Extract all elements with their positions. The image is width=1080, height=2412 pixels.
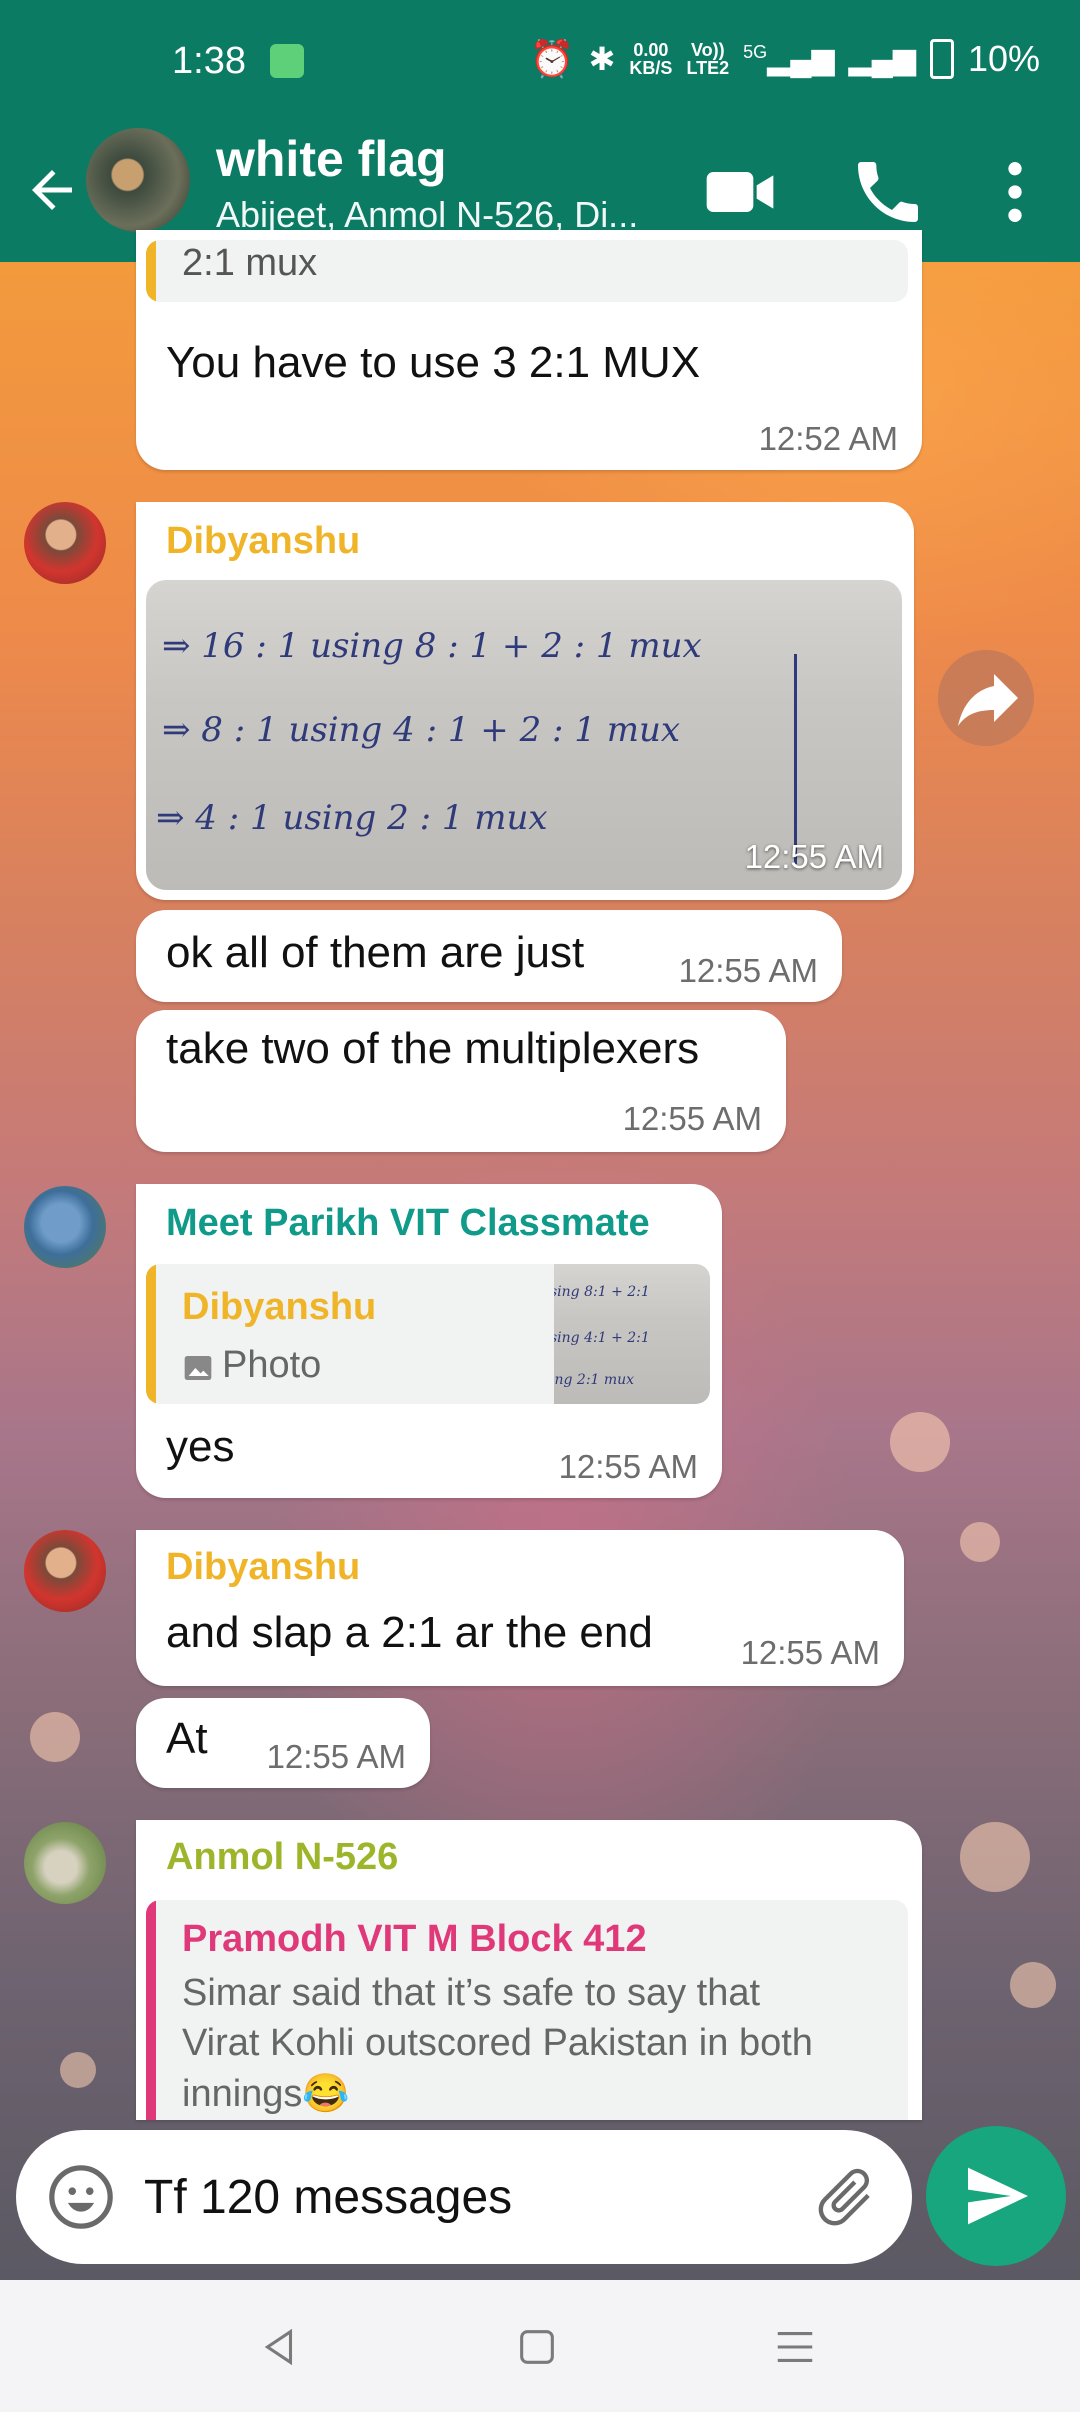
forward-icon bbox=[958, 674, 1018, 726]
message-bubble[interactable]: Dibyanshu and slap a 2:1 ar the end 12:5… bbox=[136, 1530, 904, 1686]
quote-sender: Pramodh VIT M Block 412 bbox=[182, 1918, 647, 1960]
message-text: yes bbox=[166, 1422, 235, 1471]
quote-bar bbox=[146, 1900, 156, 2120]
message-time: 12:55 AM bbox=[678, 952, 818, 989]
message-composer: Tf 120 messages bbox=[16, 2130, 912, 2264]
message-input[interactable]: Tf 120 messages bbox=[144, 2170, 512, 2225]
quote-text: innings😂 bbox=[182, 2073, 350, 2115]
arrow-left-icon[interactable] bbox=[22, 160, 82, 220]
sender-name[interactable]: Dibyanshu bbox=[166, 520, 360, 563]
video-call-icon[interactable] bbox=[700, 152, 780, 232]
photo-icon bbox=[184, 1356, 212, 1380]
battery-saver-icon bbox=[270, 44, 304, 78]
net-speed-value: 0.00 bbox=[633, 40, 669, 60]
message-time: 12:55 AM bbox=[744, 838, 884, 875]
message-bubble[interactable]: ok all of them are just 12:55 AM bbox=[136, 910, 842, 1002]
sender-name[interactable]: Anmol N-526 bbox=[166, 1836, 398, 1879]
net-speed-unit: KB/S bbox=[629, 58, 673, 78]
message-bubble[interactable]: At 12:55 AM bbox=[136, 1698, 430, 1788]
emoji-icon[interactable] bbox=[46, 2162, 116, 2232]
signal-icon: 5G▂▄▆ bbox=[743, 41, 835, 76]
quote-text: Simar said that it’s safe to say that bbox=[182, 1972, 761, 2014]
nav-back-icon[interactable] bbox=[256, 2324, 302, 2370]
status-indicators: ⏰ ✱ 0.00 KB/S Vo)) LTE2 5G▂▄▆ ▂▄▆ 10% bbox=[530, 38, 1040, 80]
quote-text: Photo bbox=[222, 1344, 322, 1386]
message-time: 12:55 AM bbox=[622, 1100, 762, 1137]
quote-bar bbox=[146, 240, 156, 302]
quote-text: 2:1 mux bbox=[182, 242, 318, 284]
quoted-message[interactable]: 2:1 mux bbox=[146, 240, 908, 302]
thumb-handwriting: sing 8:1 + 2:1 bbox=[554, 1284, 650, 1300]
nav-recents-icon[interactable] bbox=[772, 2324, 818, 2370]
battery-icon bbox=[929, 39, 954, 79]
message-bubble[interactable]: 2:1 mux You have to use 3 2:1 MUX 12:52 … bbox=[136, 230, 922, 470]
network-type: 5G bbox=[743, 41, 768, 62]
message-bubble[interactable]: Anmol N-526 Pramodh VIT M Block 412 Sima… bbox=[136, 1820, 922, 2120]
message-time: 12:52 AM bbox=[758, 420, 898, 457]
quoted-message[interactable]: Pramodh VIT M Block 412 Simar said that … bbox=[146, 1900, 908, 2120]
signal-icon-2: ▂▄▆ bbox=[848, 42, 916, 76]
more-vert-icon[interactable] bbox=[975, 152, 1055, 232]
quote-photo-thumbnail: sing 8:1 + 2:1 sing 4:1 + 2:1 ing 2:1 mu… bbox=[554, 1264, 710, 1404]
message-time: 12:55 AM bbox=[740, 1634, 880, 1671]
chat-title[interactable]: white flag bbox=[216, 130, 447, 188]
nav-home-icon[interactable] bbox=[514, 2324, 560, 2370]
message-text: and slap a 2:1 ar the end bbox=[166, 1608, 653, 1657]
volte-top: Vo)) bbox=[690, 40, 725, 60]
thumb-handwriting: sing 4:1 + 2:1 bbox=[554, 1330, 650, 1346]
sender-name[interactable]: Meet Parikh VIT Classmate bbox=[166, 1202, 650, 1245]
volte-indicator: Vo)) LTE2 bbox=[686, 41, 729, 77]
volte-bottom: LTE2 bbox=[686, 58, 730, 78]
message-text: You have to use 3 2:1 MUX bbox=[166, 338, 701, 387]
phone-icon[interactable] bbox=[848, 152, 928, 232]
group-avatar[interactable] bbox=[86, 128, 190, 232]
status-bar: 1:38 ⏰ ✱ 0.00 KB/S Vo)) LTE2 5G▂▄▆ ▂▄▆ 1… bbox=[0, 0, 1080, 120]
photo-attachment[interactable]: ⇒ 16 : 1 using 8 : 1 + 2 : 1 mux ⇒ 8 : 1… bbox=[146, 580, 902, 890]
sender-name[interactable]: Dibyanshu bbox=[166, 1546, 360, 1589]
quote-bar bbox=[146, 1264, 156, 1404]
avatar-dibyanshu[interactable] bbox=[24, 1530, 106, 1612]
photo-bracket bbox=[786, 654, 797, 864]
avatar-anmol[interactable] bbox=[24, 1822, 106, 1904]
attach-icon[interactable] bbox=[810, 2162, 880, 2232]
quote-text: Virat Kohli outscored Pakistan in both bbox=[182, 2022, 813, 2064]
message-bubble[interactable]: Meet Parikh VIT Classmate Dibyanshu Phot… bbox=[136, 1184, 722, 1498]
message-bubble[interactable]: take two of the multiplexers 12:55 AM bbox=[136, 1010, 786, 1152]
quote-sender: Dibyanshu bbox=[182, 1286, 377, 1328]
message-text: take two of the multiplexers bbox=[166, 1024, 700, 1073]
photo-handwriting-line: ⇒ 4 : 1 using 2 : 1 mux bbox=[156, 798, 548, 838]
avatar-meet-parikh[interactable] bbox=[24, 1186, 106, 1268]
alarm-icon: ⏰ bbox=[529, 38, 575, 79]
send-button[interactable] bbox=[926, 2126, 1066, 2266]
forward-button[interactable] bbox=[938, 650, 1034, 746]
message-time: 12:55 AM bbox=[266, 1738, 406, 1775]
net-speed: 0.00 KB/S bbox=[629, 41, 672, 77]
thumb-handwriting: ing 2:1 mux bbox=[554, 1372, 635, 1388]
battery-level: 10% bbox=[967, 38, 1040, 79]
message-text: ok all of them are just bbox=[166, 928, 585, 977]
message-bubble[interactable]: Dibyanshu ⇒ 16 : 1 using 8 : 1 + 2 : 1 m… bbox=[136, 502, 914, 900]
system-nav-bar bbox=[0, 2280, 1080, 2412]
photo-handwriting-line: ⇒ 8 : 1 using 4 : 1 + 2 : 1 mux bbox=[162, 710, 681, 750]
status-time: 1:38 bbox=[172, 40, 246, 82]
message-text: At bbox=[166, 1714, 208, 1763]
photo-handwriting-line: ⇒ 16 : 1 using 8 : 1 + 2 : 1 mux bbox=[162, 626, 702, 666]
message-time: 12:55 AM bbox=[558, 1448, 698, 1485]
quoted-message[interactable]: Dibyanshu Photo sing 8:1 + 2:1 sing 4:1 … bbox=[146, 1264, 710, 1404]
bluetooth-icon: ✱ bbox=[588, 41, 616, 77]
avatar-dibyanshu[interactable] bbox=[24, 502, 106, 584]
send-icon bbox=[968, 2167, 1028, 2225]
